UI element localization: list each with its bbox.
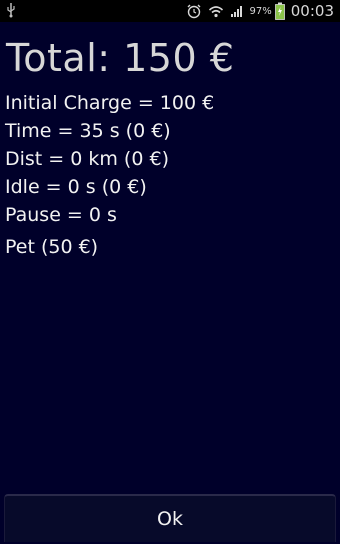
battery-percentage: 97% bbox=[249, 5, 272, 17]
wifi-icon bbox=[208, 3, 224, 19]
fare-breakdown: Initial Charge = 100 € Time = 35 s (0 €)… bbox=[5, 89, 214, 261]
usb-icon bbox=[6, 2, 16, 18]
time-line: Time = 35 s (0 €) bbox=[5, 120, 171, 142]
distance-line: Dist = 0 km (0 €) bbox=[5, 148, 169, 170]
signal-icon bbox=[230, 4, 244, 18]
battery-icon bbox=[274, 2, 285, 20]
ok-button[interactable]: Ok bbox=[4, 494, 336, 542]
pause-line: Pause = 0 s bbox=[5, 204, 117, 226]
initial-charge-line: Initial Charge = 100 € bbox=[5, 92, 215, 114]
fare-summary-screen: Total: 150 € Initial Charge = 100 € Time… bbox=[0, 22, 340, 544]
idle-line: Idle = 0 s (0 €) bbox=[5, 176, 147, 198]
alarm-icon bbox=[186, 3, 202, 19]
total-amount: Total: 150 € bbox=[6, 36, 235, 80]
extra-charge-line: Pet (50 €) bbox=[5, 236, 99, 258]
clock-time: 00:03 bbox=[290, 2, 334, 20]
status-bar: 97% 00:03 bbox=[0, 0, 340, 22]
